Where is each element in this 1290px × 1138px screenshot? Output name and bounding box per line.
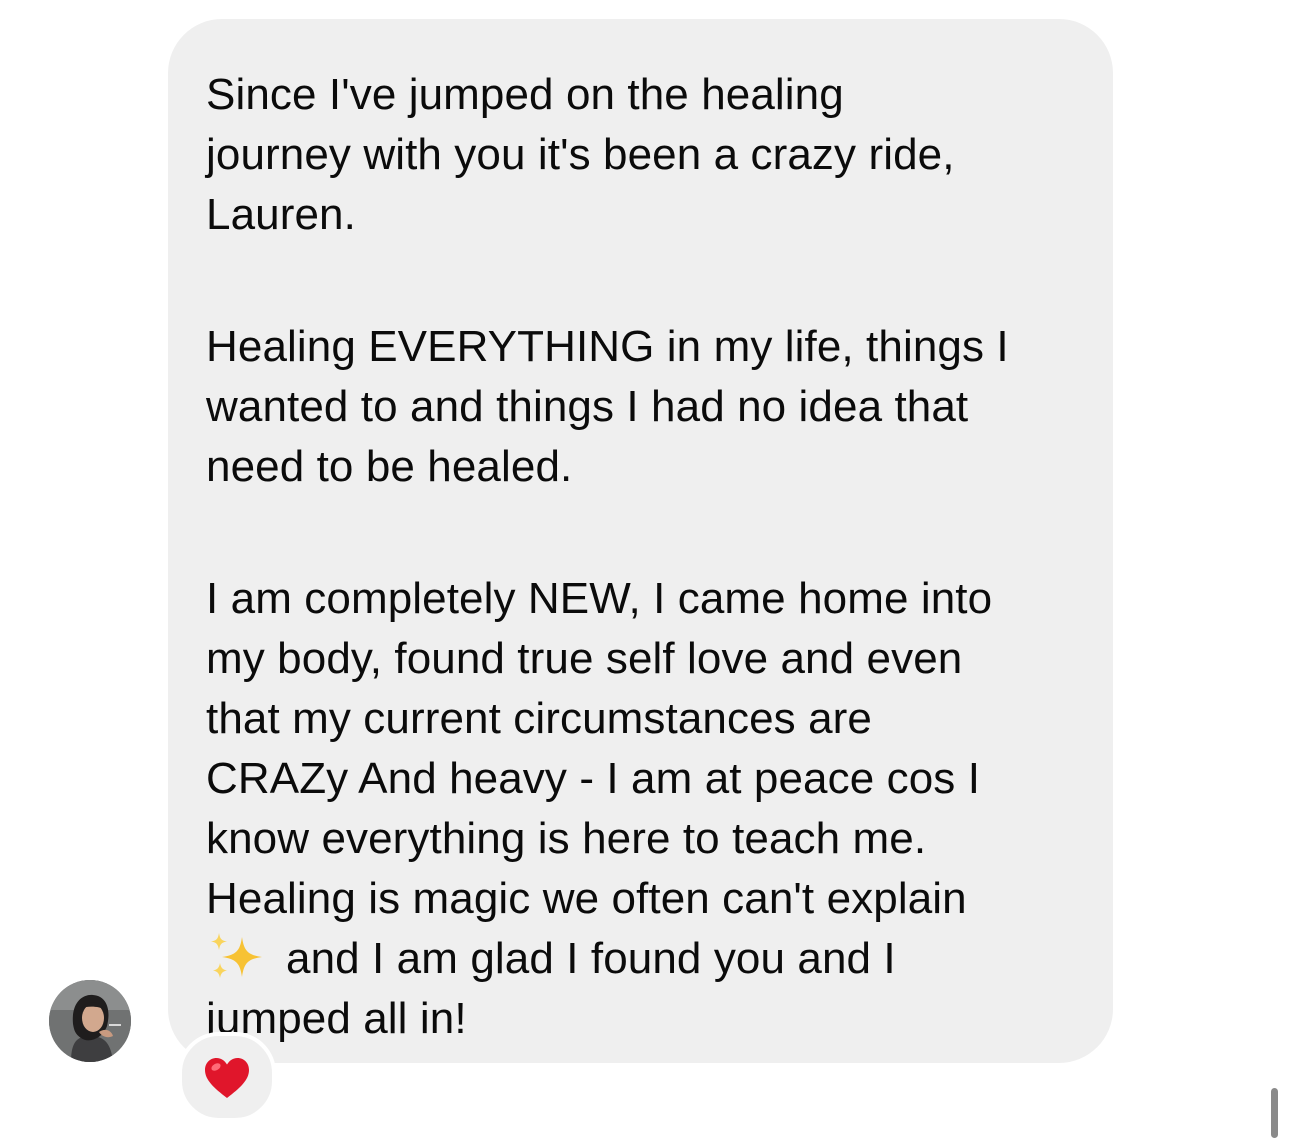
message-line: wanted to and things I had no idea that	[206, 382, 969, 431]
message-line: Lauren.	[206, 190, 356, 239]
message-line-with-emoji: and I am glad I found you and I	[206, 929, 1073, 989]
chat-thread: Since I've jumped on the healing journey…	[0, 0, 1290, 1138]
message-line: my body, found true self love and even	[206, 634, 963, 683]
heart-icon	[205, 1058, 249, 1098]
message-paragraph-2: Healing EVERYTHING in my life, things I …	[206, 317, 1073, 497]
message-line: that my current circumstances are	[206, 694, 872, 743]
message-line: Healing is magic we often can't explain	[206, 874, 967, 923]
sparkles-icon	[206, 931, 268, 983]
message-paragraph-1: Since I've jumped on the healing journey…	[206, 65, 1073, 245]
message-line: CRAZy And heavy - I am at peace cos I	[206, 754, 981, 803]
message-line: Since I've jumped on the healing	[206, 70, 844, 119]
profile-photo-icon	[49, 980, 131, 1062]
message-line: jumped all in!	[206, 994, 467, 1043]
message-paragraph-3: I am completely NEW, I came home into my…	[206, 569, 1073, 1049]
message-line: I am completely NEW, I came home into	[206, 574, 993, 623]
reaction-badge[interactable]	[178, 1032, 276, 1122]
avatar[interactable]	[49, 980, 131, 1062]
message-line: Healing EVERYTHING in my life, things I	[206, 322, 1009, 371]
scrollbar[interactable]	[1271, 1088, 1278, 1138]
message-line: know everything is here to teach me.	[206, 814, 927, 863]
message-line: need to be healed.	[206, 442, 573, 491]
message-line-text: and I am glad I found you and I	[286, 934, 896, 983]
message-line: journey with you it's been a crazy ride,	[206, 130, 955, 179]
message-bubble[interactable]: Since I've jumped on the healing journey…	[168, 19, 1113, 1063]
